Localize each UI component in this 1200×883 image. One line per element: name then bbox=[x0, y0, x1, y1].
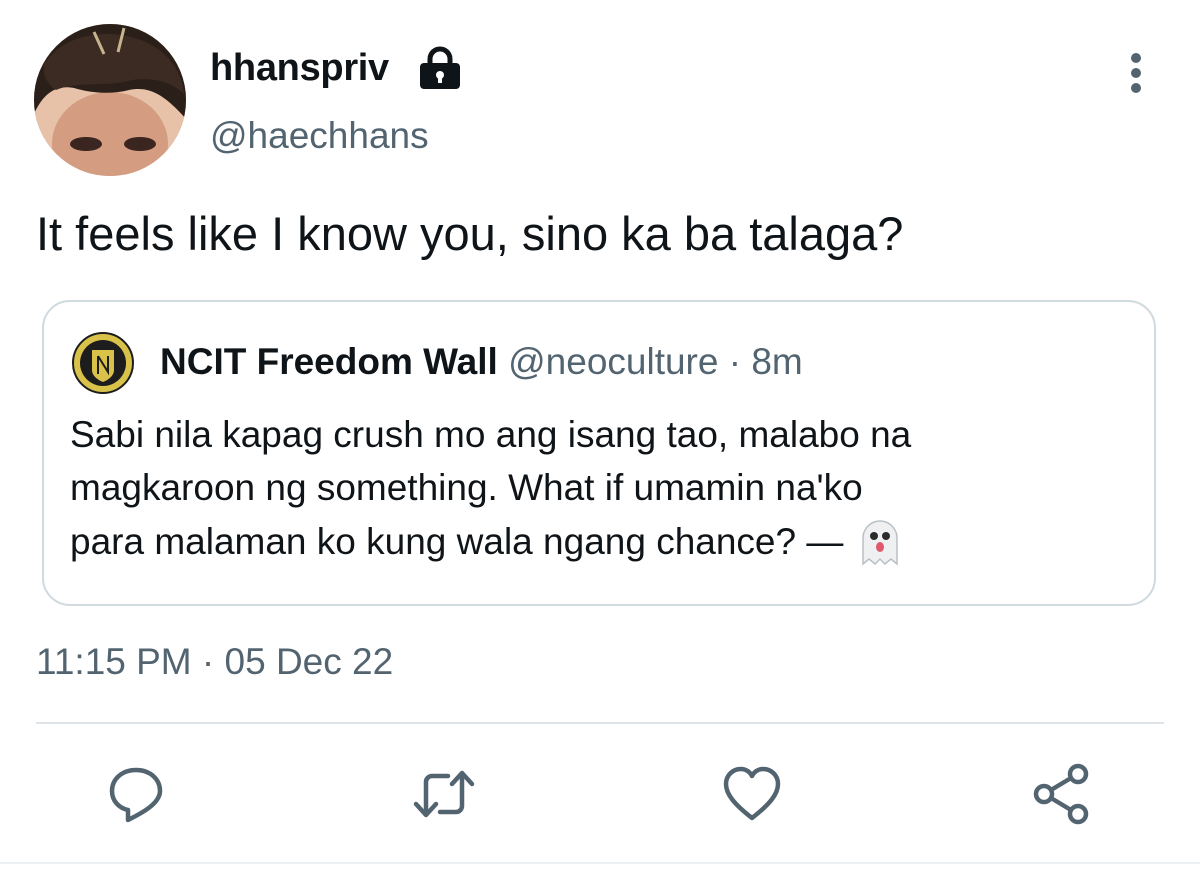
tweet-timestamp[interactable]: 11:15 PM · 05 Dec 22 bbox=[36, 636, 393, 688]
quoted-text-line-content: para malaman ko kung wala ngang chance? … bbox=[70, 521, 844, 562]
quoted-text-line-last: para malaman ko kung wala ngang chance? … bbox=[70, 514, 1130, 568]
author-username[interactable]: @haechhans bbox=[210, 110, 429, 162]
author-display-name[interactable]: hhanspriv bbox=[210, 40, 389, 96]
tweet-text: It feels like I know you, sino ka ba tal… bbox=[36, 207, 904, 260]
more-options-icon[interactable] bbox=[1116, 48, 1156, 98]
quoted-text-line: Sabi nila kapag crush mo ang isang tao, … bbox=[70, 414, 912, 455]
bottom-divider bbox=[0, 862, 1200, 864]
retweet-icon bbox=[413, 770, 475, 818]
quoted-tweet[interactable]: NCIT Freedom Wall @neoculture · 8m Sabi … bbox=[42, 300, 1156, 606]
quoted-display-name[interactable]: NCIT Freedom Wall bbox=[160, 341, 498, 382]
avatar-photo bbox=[34, 24, 186, 176]
share-icon bbox=[1033, 763, 1089, 825]
reply-icon bbox=[109, 767, 163, 823]
reply-button[interactable] bbox=[104, 762, 168, 826]
tweet-card: hhanspriv @haechhans It feels like I kno… bbox=[0, 0, 1200, 883]
quoted-account-avatar bbox=[72, 332, 134, 394]
quoted-tweet-text: Sabi nila kapag crush mo ang isang tao, … bbox=[70, 408, 1130, 568]
like-button[interactable] bbox=[720, 762, 784, 826]
retweet-button[interactable] bbox=[412, 762, 476, 826]
tweet-time: 11:15 PM bbox=[36, 641, 192, 682]
tweet-date: 05 Dec 22 bbox=[224, 641, 394, 682]
share-button[interactable] bbox=[1030, 762, 1094, 826]
lock-icon bbox=[420, 46, 460, 89]
ghost-emoji-icon bbox=[862, 520, 899, 566]
quoted-username[interactable]: @neoculture bbox=[508, 341, 718, 382]
like-icon bbox=[723, 766, 781, 821]
quoted-separator: · bbox=[728, 341, 752, 382]
quoted-text-line: magkaroon ng something. What if umamin n… bbox=[70, 467, 863, 508]
author-avatar[interactable] bbox=[34, 24, 186, 176]
quoted-tweet-age: 8m bbox=[751, 341, 803, 382]
timestamp-separator: · bbox=[191, 641, 225, 682]
divider bbox=[36, 722, 1164, 724]
quoted-tweet-header: NCIT Freedom Wall @neoculture · 8m bbox=[160, 336, 803, 388]
